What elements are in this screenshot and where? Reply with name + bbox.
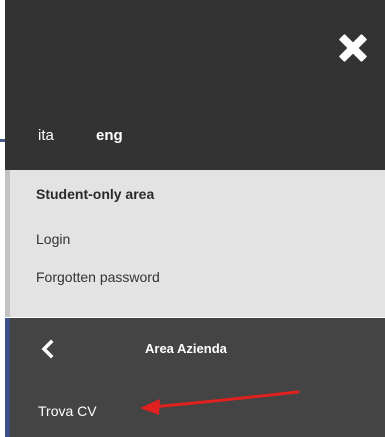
edge-indicator [0,139,5,142]
chevron-left-icon[interactable] [38,339,58,359]
login-link[interactable]: Login [36,231,70,247]
language-ita[interactable]: ita [38,127,54,144]
forgotten-password-link[interactable]: Forgotten password [36,269,160,285]
menu-header [5,0,385,170]
close-icon[interactable] [335,30,371,66]
arrow-icon [140,390,300,415]
company-area-bar [5,318,10,437]
company-area-title: Area Azienda [145,341,227,356]
trova-cv-link[interactable]: Trova CV [38,403,97,419]
student-area-title: Student-only area [36,186,155,202]
language-eng[interactable]: eng [96,127,123,144]
mobile-menu: ita eng Student-only area Login Forgotte… [0,0,385,437]
student-area-bar [5,170,10,317]
